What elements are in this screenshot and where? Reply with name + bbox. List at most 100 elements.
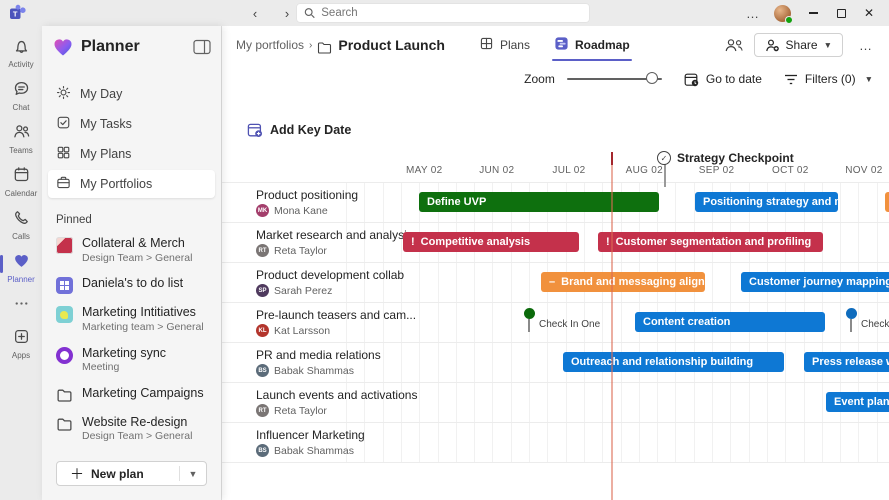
gantt-bar[interactable]: Positioning strategy and mess... bbox=[695, 192, 838, 212]
tab-roadmap[interactable]: Roadmap bbox=[546, 26, 638, 64]
task-row-owner: MK Mona Kane bbox=[256, 204, 328, 217]
folder-icon bbox=[56, 416, 73, 433]
rail-item-planner[interactable]: Planner bbox=[0, 249, 42, 287]
rail-item-calendar[interactable]: Calendar bbox=[0, 163, 42, 201]
filters-label: Filters (0) bbox=[805, 72, 856, 86]
gantt-bar-label: Define UVP bbox=[427, 196, 486, 208]
planner-logo-icon bbox=[52, 36, 74, 58]
gantt-bar[interactable]: Customer journey mapping bbox=[741, 272, 889, 292]
close-button[interactable]: ✕ bbox=[855, 0, 883, 26]
add-key-date-button[interactable]: Add Key Date bbox=[247, 122, 351, 138]
members-icon[interactable] bbox=[724, 38, 744, 53]
breadcrumb[interactable]: My portfolios bbox=[236, 38, 304, 52]
owner-name: Reta Taylor bbox=[274, 405, 327, 417]
rail-item-label: Calendar bbox=[5, 189, 37, 198]
row-separator bbox=[222, 222, 889, 223]
share-button[interactable]: Share ▼ bbox=[754, 33, 843, 57]
sidebar-item-my-portfolios[interactable]: My Portfolios bbox=[48, 170, 215, 198]
avatar: MK bbox=[256, 204, 269, 217]
rail-item-calls[interactable]: Calls bbox=[0, 206, 42, 244]
collapse-panel-icon[interactable] bbox=[193, 39, 211, 55]
filters-button[interactable]: Filters (0) ▼ bbox=[784, 72, 873, 86]
row-separator bbox=[222, 182, 889, 183]
pinned-item-text: Marketing Campaigns bbox=[82, 386, 204, 402]
maximize-button[interactable] bbox=[827, 0, 855, 26]
milestone-pin[interactable] bbox=[524, 308, 535, 332]
avatar[interactable] bbox=[774, 5, 791, 22]
planner-icon bbox=[13, 252, 30, 274]
pinned-item[interactable]: Marketing IntitiativesMarketing team > G… bbox=[48, 301, 215, 338]
row-separator bbox=[222, 262, 889, 263]
row-separator bbox=[222, 422, 889, 423]
tab-label: Plans bbox=[500, 38, 530, 52]
bell-icon bbox=[13, 37, 30, 59]
task-row-owner: RTReta Taylor bbox=[256, 244, 327, 257]
zoom-slider-knob[interactable] bbox=[646, 72, 658, 84]
gantt-bar-label: Customer journey mapping bbox=[749, 276, 889, 288]
row-separator bbox=[222, 462, 889, 463]
roadmap-chart: Add Key Date MAY 02JUN 02JUL 02AUG 02SEP… bbox=[222, 94, 889, 500]
month-label: MAY 02 bbox=[406, 165, 442, 176]
gantt-bar[interactable]: !Customer segmentation and profiling bbox=[598, 232, 823, 252]
pin-stem bbox=[528, 319, 530, 332]
pinned-item-text: Collateral & MerchDesign Team > General bbox=[82, 236, 192, 265]
pinned-item[interactable]: Website Re-designDesign Team > General bbox=[48, 411, 215, 448]
tab-plans[interactable]: Plans bbox=[471, 26, 538, 64]
pinned-item[interactable]: Marketing Campaigns bbox=[48, 382, 215, 408]
gantt-bar[interactable]: –Brand and messaging alignment bbox=[541, 272, 705, 292]
pinned-item[interactable]: Marketing syncMeeting bbox=[48, 342, 215, 379]
app-window: T ‹ › … ✕ ActivityChatTeamsCalendarCalls… bbox=[0, 0, 889, 500]
pinned-item[interactable]: Collateral & MerchDesign Team > General bbox=[48, 232, 215, 269]
header-more-icon[interactable]: … bbox=[853, 38, 879, 53]
rail-item-apps[interactable]: Apps bbox=[0, 325, 42, 363]
rail-item-more[interactable] bbox=[0, 292, 42, 320]
titlebar-more-icon[interactable]: … bbox=[740, 6, 766, 21]
week-gridline bbox=[492, 182, 493, 462]
sidebar-item-my-plans[interactable]: My Plans bbox=[48, 140, 215, 168]
owner-name: Mona Kane bbox=[274, 205, 328, 217]
rail-item-teams[interactable]: Teams bbox=[0, 120, 42, 158]
pinned-item-subtitle: Marketing team > General bbox=[82, 321, 204, 335]
new-plan-button[interactable]: ＋ New plan ▼ bbox=[56, 461, 207, 486]
pinned-item-subtitle: Design Team > General bbox=[82, 252, 192, 266]
milestone-pin[interactable] bbox=[846, 308, 857, 332]
breadcrumb-chevron-icon: › bbox=[309, 40, 312, 51]
gantt-bar[interactable] bbox=[885, 192, 889, 212]
rail-item-label: Calls bbox=[12, 232, 30, 241]
pinned-item-name: Marketing sync bbox=[82, 346, 166, 362]
minimize-button[interactable] bbox=[799, 0, 827, 26]
search-box[interactable] bbox=[296, 3, 590, 23]
sidebar-title: Planner bbox=[81, 38, 186, 56]
forward-button[interactable]: › bbox=[276, 2, 298, 24]
page-title: Product Launch bbox=[338, 37, 445, 53]
folder-icon bbox=[56, 387, 73, 404]
pinned-item[interactable]: Daniela's to do list bbox=[48, 272, 215, 298]
task-row-name: Market research and analysis bbox=[256, 228, 413, 242]
sidebar-item-my-day[interactable]: My Day bbox=[48, 80, 215, 108]
row-separator bbox=[222, 302, 889, 303]
search-input[interactable] bbox=[321, 7, 582, 19]
task-row-owner: RTReta Taylor bbox=[256, 404, 327, 417]
avatar: RT bbox=[256, 244, 269, 257]
gantt-bar[interactable]: !Competitive analysis bbox=[403, 232, 579, 252]
rail-item-chat[interactable]: Chat bbox=[0, 77, 42, 115]
share-label: Share bbox=[786, 38, 818, 52]
tab-label: Roadmap bbox=[575, 38, 630, 52]
gantt-bar[interactable]: Event planning bbox=[826, 392, 889, 412]
pinned-item-name: Marketing Intitiatives bbox=[82, 305, 204, 321]
gantt-bar[interactable]: Outreach and relationship building bbox=[563, 352, 784, 372]
zoom-slider[interactable] bbox=[567, 78, 662, 81]
gantt-bar[interactable]: Define UVP bbox=[419, 192, 659, 212]
month-label: AUG 02 bbox=[626, 165, 663, 176]
key-date-checkpoint[interactable]: ✓Strategy Checkpoint bbox=[657, 151, 794, 165]
avatar: KL bbox=[256, 324, 269, 337]
gantt-bar[interactable]: Press release writing bbox=[804, 352, 889, 372]
rail-item-activity[interactable]: Activity bbox=[0, 34, 42, 72]
new-plan-dropdown-icon[interactable]: ▼ bbox=[180, 469, 206, 479]
go-to-date-button[interactable]: Go to date bbox=[684, 72, 762, 87]
sidebar-item-my-tasks[interactable]: My Tasks bbox=[48, 110, 215, 138]
back-button[interactable]: ‹ bbox=[244, 2, 266, 24]
go-to-date-icon bbox=[684, 72, 699, 87]
collateral-thumb bbox=[56, 237, 73, 254]
gantt-bar[interactable]: Content creation bbox=[635, 312, 825, 332]
